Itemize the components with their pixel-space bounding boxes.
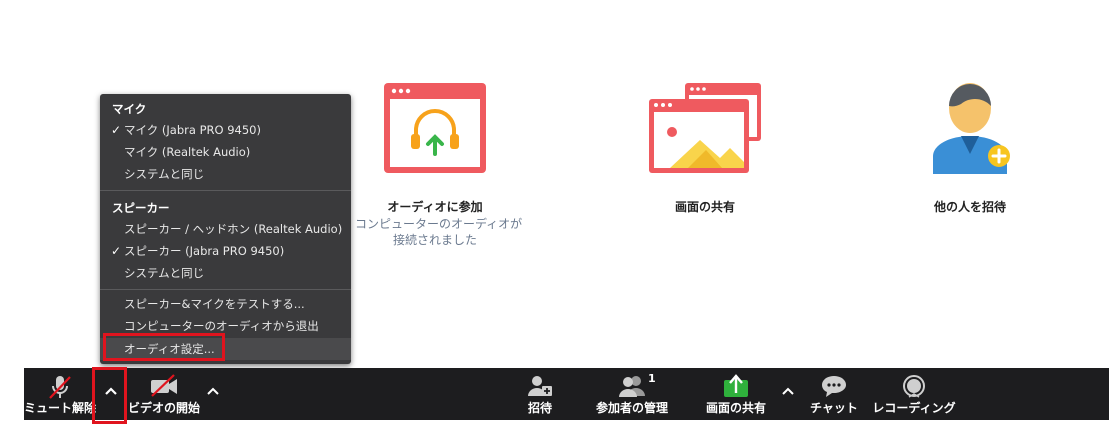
record-button[interactable]: レコーディング xyxy=(872,368,956,420)
check-icon: ✓ xyxy=(111,244,122,258)
invite-button[interactable]: 招待 xyxy=(514,368,566,420)
share-options-caret[interactable] xyxy=(776,368,800,420)
unmute-label: ミュート解除 xyxy=(23,401,97,415)
join-audio-tile[interactable]: オーディオに参加 コンピューターのオーディオが 接続されました xyxy=(355,82,523,252)
video-camera-off-icon xyxy=(151,374,177,397)
manage-participants-label: 参加者の管理 xyxy=(595,401,669,415)
invite-label: 他の人を招待 xyxy=(933,200,1006,214)
share-screen-button[interactable]: 画面の共有 xyxy=(690,368,782,420)
join-audio-icon xyxy=(384,83,486,173)
unmute-button[interactable]: ミュート解除 xyxy=(24,368,96,420)
meeting-toolbar: ミュート解除 ビデオの開始 招待 1 参加者の管理 画面の共有 チャット レコー… xyxy=(24,368,1109,420)
audio-status-line1: コンピューターのオーディオが xyxy=(355,217,523,231)
menu-item-label: コンピューターのオーディオから退出 xyxy=(124,319,319,333)
menu-item-label: スピーカー&マイクをテストする... xyxy=(124,297,305,311)
share-screen-tile[interactable]: 画面の共有 xyxy=(640,80,770,220)
add-person-icon xyxy=(528,376,552,396)
speaker-section-header: スピーカー xyxy=(112,201,170,215)
microphone-muted-icon xyxy=(49,376,71,399)
check-icon: ✓ xyxy=(111,123,122,137)
menu-item-label: スピーカー (Jabra PRO 9450) xyxy=(124,244,285,258)
menu-item-label: スピーカー / ヘッドホン (Realtek Audio) xyxy=(124,222,343,236)
start-video-button[interactable]: ビデオの開始 xyxy=(128,368,200,420)
menu-item-speaker-jabra[interactable]: ✓ スピーカー (Jabra PRO 9450) xyxy=(100,240,351,262)
invite-tile[interactable]: 他の人を招待 xyxy=(920,78,1020,218)
menu-item-label: システムと同じ xyxy=(124,266,205,280)
chevron-up-icon xyxy=(782,387,794,395)
share-screen-label: 画面の共有 xyxy=(674,200,735,214)
participants-icon xyxy=(619,376,645,397)
record-icon xyxy=(903,375,925,398)
menu-item-label: マイク (Jabra PRO 9450) xyxy=(124,123,261,137)
invite-toolbar-label: 招待 xyxy=(527,401,553,415)
menu-divider xyxy=(100,190,351,191)
chat-label: チャット xyxy=(810,401,858,415)
manage-participants-button[interactable]: 1 参加者の管理 xyxy=(586,368,678,420)
participants-count-badge: 1 xyxy=(648,372,656,385)
share-screen-icon xyxy=(724,374,748,397)
chat-bubble-icon xyxy=(822,376,846,397)
share-screen-toolbar-label: 画面の共有 xyxy=(705,401,767,415)
chevron-up-icon xyxy=(207,387,219,395)
menu-item-label: システムと同じ xyxy=(124,167,205,181)
share-screen-icon xyxy=(649,83,761,173)
record-label: レコーディング xyxy=(872,401,956,415)
start-video-label: ビデオの開始 xyxy=(127,401,201,415)
mic-section-header: マイク xyxy=(112,102,147,116)
menu-item-speaker-realtek[interactable]: スピーカー / ヘッドホン (Realtek Audio) xyxy=(100,218,351,240)
menu-item-mic-jabra[interactable]: ✓ マイク (Jabra PRO 9450) xyxy=(100,119,351,141)
menu-item-speaker-system[interactable]: システムと同じ xyxy=(100,262,351,284)
audio-options-menu: マイク ✓ マイク (Jabra PRO 9450) マイク (Realtek … xyxy=(100,94,351,364)
menu-item-label: マイク (Realtek Audio) xyxy=(124,145,251,159)
video-options-caret[interactable] xyxy=(200,368,226,420)
menu-item-mic-system[interactable]: システムと同じ xyxy=(100,163,351,185)
highlight-audio-caret xyxy=(92,367,127,424)
highlight-audio-settings xyxy=(103,333,225,361)
menu-divider xyxy=(100,289,351,290)
audio-status-line2: 接続されました xyxy=(392,233,477,247)
menu-item-mic-realtek[interactable]: マイク (Realtek Audio) xyxy=(100,141,351,163)
join-audio-label: オーディオに参加 xyxy=(387,200,483,214)
chat-button[interactable]: チャット xyxy=(808,368,860,420)
invite-person-icon xyxy=(933,83,1010,174)
menu-item-test-speaker-mic[interactable]: スピーカー&マイクをテストする... xyxy=(100,293,351,315)
